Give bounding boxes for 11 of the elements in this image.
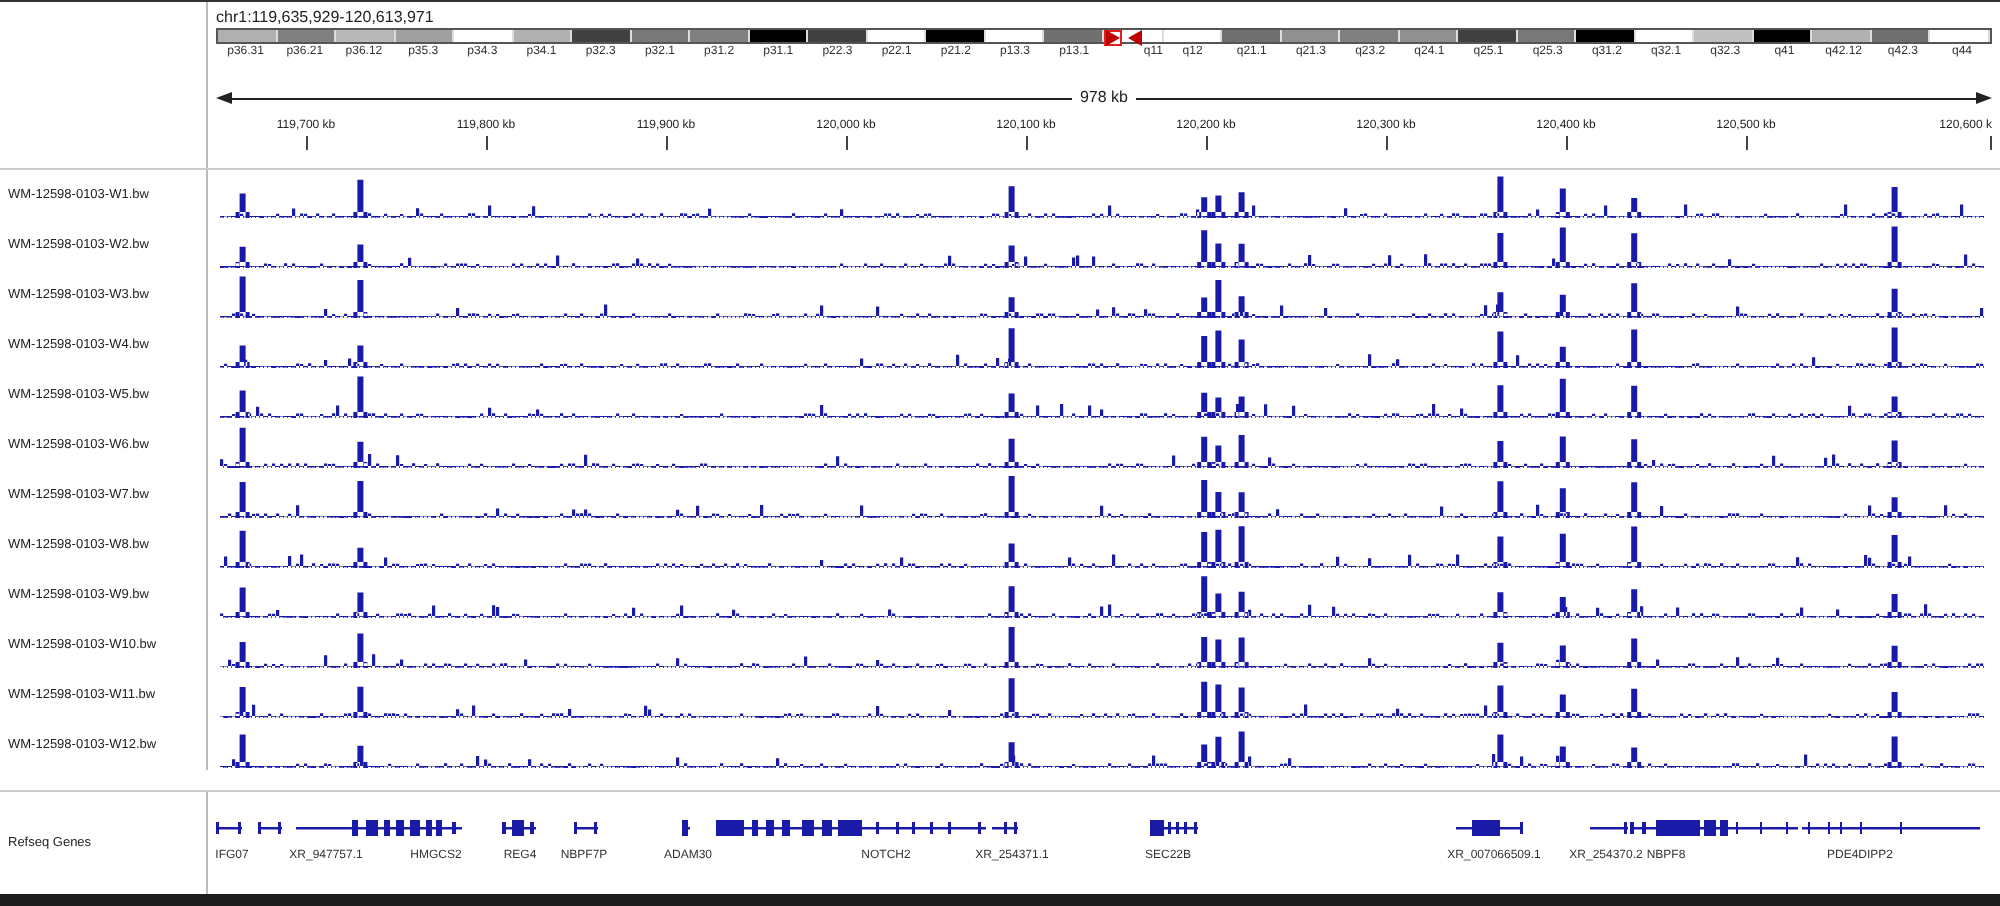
centromere-icon xyxy=(1103,30,1144,46)
span-text: 978 kb xyxy=(1077,86,1131,110)
gene-model-drawing xyxy=(258,822,282,834)
gene-model-drawing xyxy=(574,822,598,834)
gene-model-drawing xyxy=(992,822,1018,834)
gene-model-drawing xyxy=(1150,820,1198,836)
locus-text: chr1:119,635,929-120,613,971 xyxy=(216,8,434,28)
gene-model-drawing xyxy=(216,822,242,834)
gene-model-drawing xyxy=(1456,820,1523,836)
gene-model-drawing xyxy=(502,820,536,836)
gene-model-drawing xyxy=(682,820,690,836)
